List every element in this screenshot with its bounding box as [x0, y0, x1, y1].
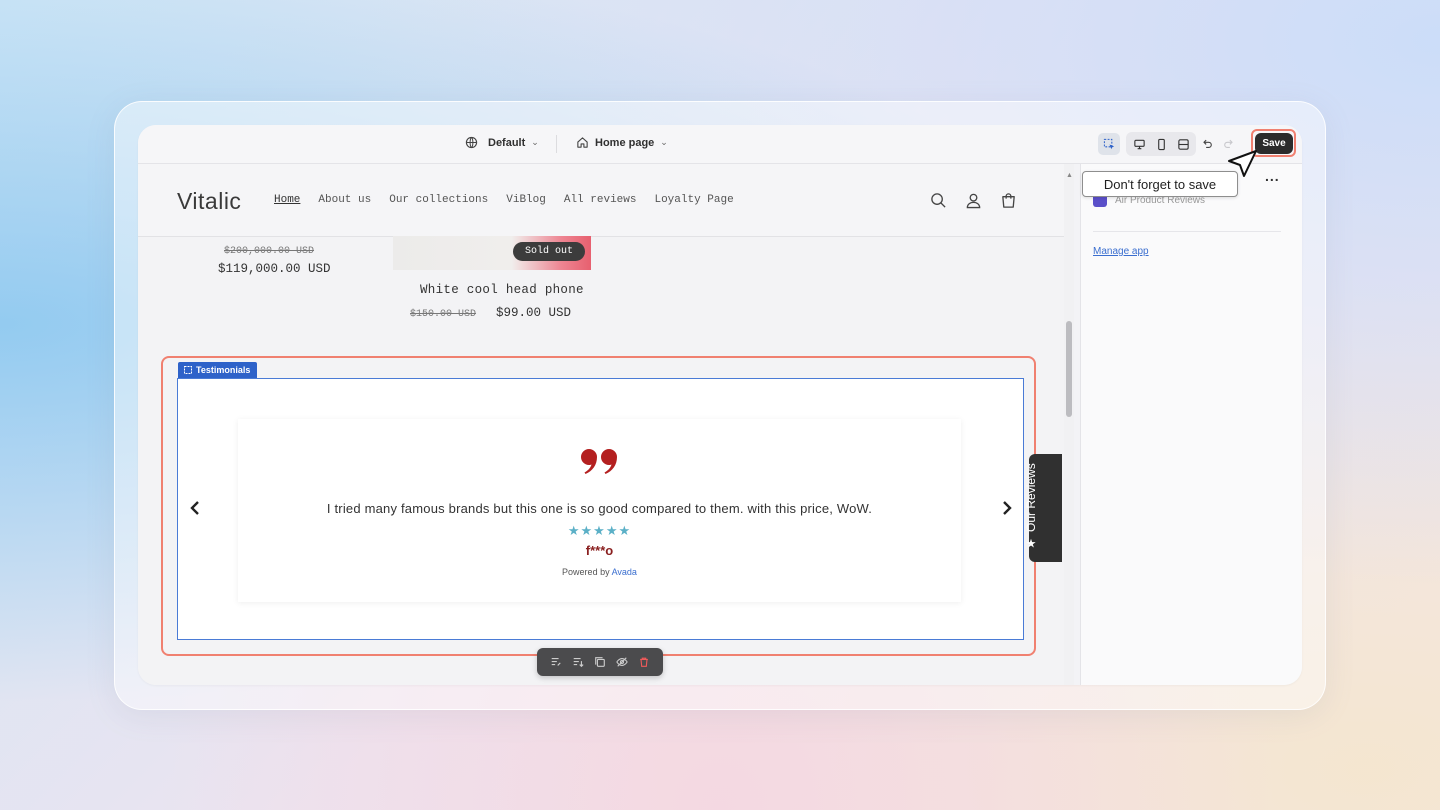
header-icons	[930, 192, 1017, 209]
duplicate-icon[interactable]	[594, 656, 606, 668]
chevron-right-icon	[1003, 501, 1012, 515]
home-icon	[577, 137, 588, 148]
inspector-icon	[1103, 138, 1114, 149]
cursor-pointer-icon	[1228, 150, 1257, 177]
powered-by: Powered by Avada	[238, 567, 961, 577]
section-tag[interactable]: Testimonials	[178, 362, 258, 378]
powered-by-prefix: Powered by	[562, 567, 612, 577]
powered-by-link[interactable]: Avada	[612, 567, 637, 577]
page-selector[interactable]: Home page ⌄	[576, 136, 668, 149]
our-reviews-tab-label: ★ Our Reviews	[1024, 453, 1038, 559]
inspector-tool	[1098, 132, 1120, 156]
fullscreen-icon	[1177, 138, 1189, 150]
viewport-toggle	[1126, 132, 1196, 156]
fullscreen-view-button[interactable]	[1172, 133, 1194, 155]
chevron-down-icon: ⌄	[531, 137, 539, 147]
account-icon[interactable]	[965, 192, 982, 209]
chevron-down-icon: ⌄	[660, 137, 668, 147]
more-options-icon[interactable]: ...	[1265, 168, 1280, 184]
review-text: I tried many famous brands but this one …	[326, 501, 873, 516]
theme-selector[interactable]: Default ⌄	[465, 136, 539, 149]
move-icon[interactable]	[572, 656, 584, 668]
save-button[interactable]: Save	[1255, 133, 1293, 154]
editor-topbar: Default ⌄ Home page ⌄ Save	[138, 125, 1302, 164]
quote-icon	[581, 449, 617, 474]
settings-panel	[1080, 164, 1302, 685]
mobile-icon	[1157, 138, 1165, 150]
search-icon[interactable]	[930, 192, 947, 209]
save-reminder-tooltip: Don't forget to save	[1082, 171, 1238, 197]
panel-divider	[1093, 231, 1281, 232]
topbar-divider	[556, 135, 557, 153]
store-logo[interactable]: Vitalic	[177, 188, 241, 215]
nav-item-loyalty[interactable]: Loyalty Page	[654, 194, 733, 206]
undo-icon	[1203, 139, 1212, 148]
globe-icon	[465, 136, 478, 149]
nav-item-reviews[interactable]: All reviews	[564, 194, 637, 206]
store-header: Vitalic Home About us Our collections Vi…	[138, 164, 1064, 237]
storefront: Vitalic Home About us Our collections Vi…	[138, 164, 1064, 685]
delete-icon[interactable]	[638, 656, 650, 668]
store-nav: Home About us Our collections ViBlog All…	[274, 194, 734, 206]
nav-item-about[interactable]: About us	[318, 194, 371, 206]
review-stars: ★★★★★	[567, 523, 632, 538]
inspector-button[interactable]	[1098, 133, 1120, 155]
review-author: f***o	[585, 543, 614, 558]
product2-price: $99.00 USD	[496, 306, 572, 320]
section-tag-label: Testimonials	[196, 365, 251, 375]
preview-scrollbar[interactable]	[1064, 164, 1074, 685]
desktop-view-button[interactable]	[1128, 133, 1150, 155]
section-toolbar	[537, 648, 663, 676]
nav-item-collections[interactable]: Our collections	[389, 194, 488, 206]
carousel-next-button[interactable]	[995, 496, 1019, 520]
desktop-icon	[1133, 139, 1145, 149]
theme-selector-label: Default	[488, 136, 526, 149]
nav-item-blog[interactable]: ViBlog	[506, 194, 546, 206]
preview-scrollbar-thumb[interactable]	[1066, 321, 1072, 417]
product2-title[interactable]: White cool head phone	[420, 283, 584, 297]
hide-icon[interactable]	[616, 656, 628, 668]
store-preview: Vitalic Home About us Our collections Vi…	[138, 164, 1064, 685]
chevron-left-icon	[190, 501, 199, 515]
carousel-prev-button[interactable]	[183, 496, 207, 520]
manage-app-link[interactable]: Manage app	[1093, 246, 1149, 257]
nav-item-home[interactable]: Home	[274, 194, 300, 206]
section-select-icon	[184, 366, 192, 374]
mobile-view-button[interactable]	[1150, 133, 1172, 155]
product2-old-price: $150.00 USD	[410, 309, 477, 320]
scroll-up-icon[interactable]: ▲	[1066, 172, 1073, 179]
product1-price: $119,000.00 USD	[218, 262, 331, 276]
product1-old-price: $200,000.00 USD	[224, 246, 315, 257]
our-reviews-label: Our Reviews	[1024, 463, 1038, 532]
page-selector-label: Home page	[595, 136, 655, 149]
cart-icon[interactable]	[1000, 192, 1017, 209]
sold-out-badge: Sold out	[513, 242, 585, 261]
edit-icon[interactable]	[550, 656, 562, 668]
theme-editor: Default ⌄ Home page ⌄ Save Vitalic Home …	[138, 125, 1302, 685]
undo-button[interactable]	[1196, 133, 1218, 155]
star-icon: ★	[1025, 536, 1037, 551]
